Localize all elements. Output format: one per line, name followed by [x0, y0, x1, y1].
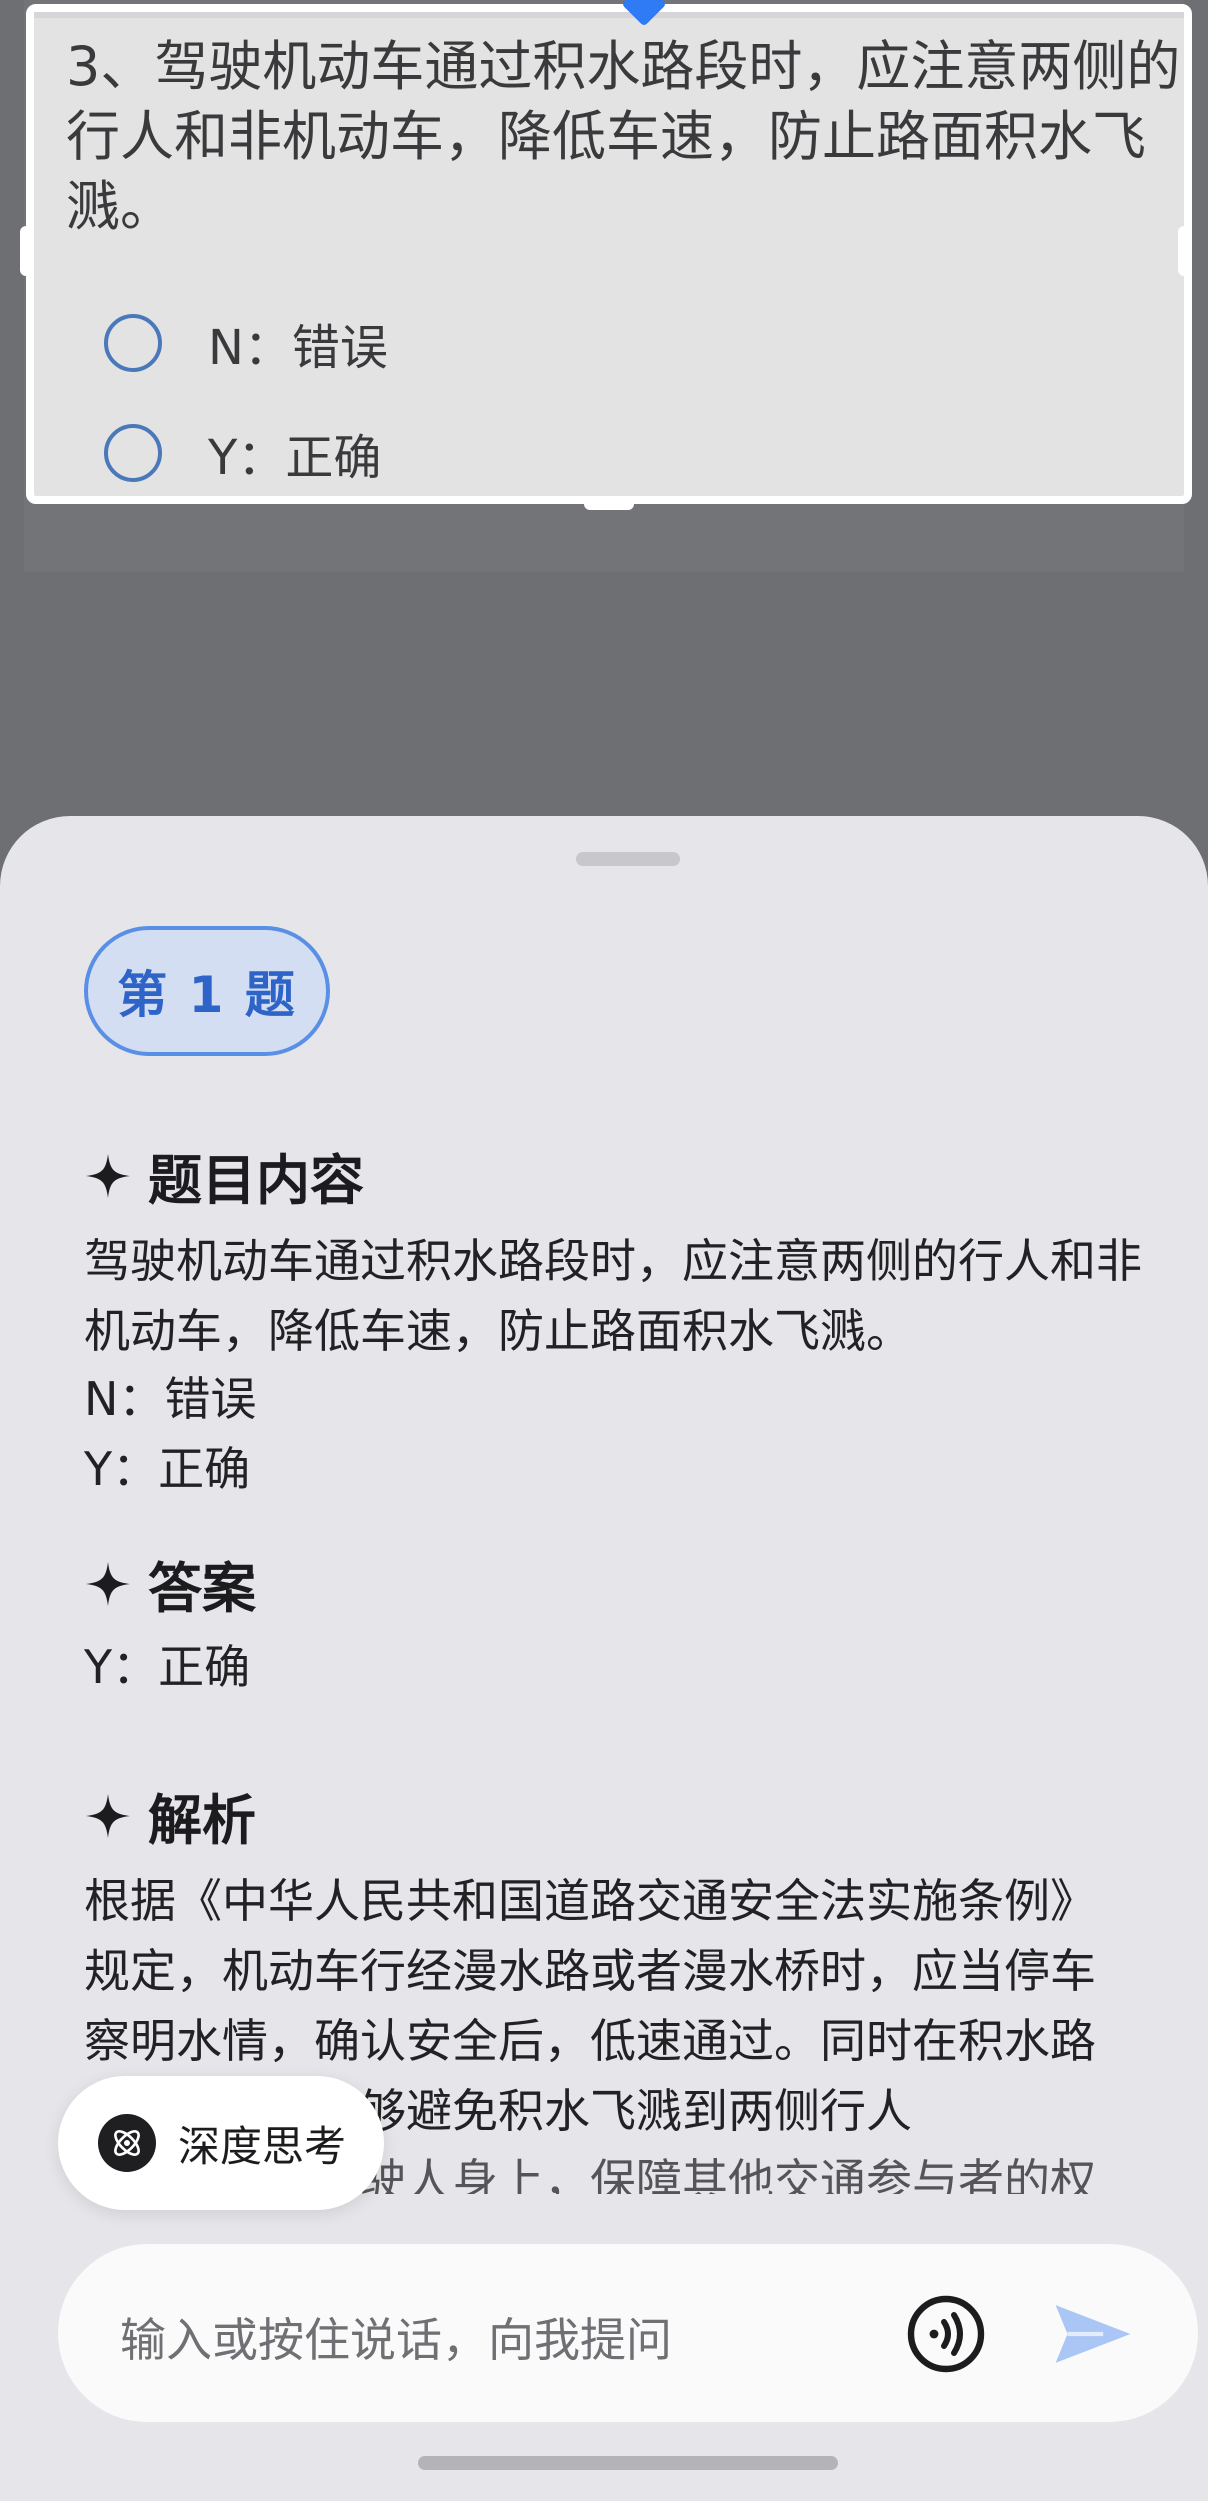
content-heading: 题目内容: [84, 1136, 364, 1215]
analysis-heading-text: 解析: [148, 1789, 256, 1852]
question-card[interactable]: 3、驾驶机动车通过积水路段时，应注意两侧的行人和非机动车，降低车速，防止路面积水…: [26, 0, 1192, 504]
deep-think-button[interactable]: 深度思考: [58, 2076, 384, 2210]
crop-handle-left[interactable]: [20, 226, 34, 276]
option-y[interactable]: Y：正确: [104, 418, 381, 488]
answer-heading: 答案: [84, 1544, 256, 1623]
content-heading-text: 题目内容: [148, 1149, 364, 1212]
deep-think-label: 深度思考: [178, 2121, 347, 2171]
crop-handle-bottom[interactable]: [584, 496, 634, 510]
content-option-n: N：错误: [84, 1372, 257, 1426]
home-indicator[interactable]: [418, 2456, 838, 2470]
answer-text: Y：正确: [84, 1640, 251, 1694]
radio-n[interactable]: [104, 314, 162, 372]
voice-icon[interactable]: [906, 2294, 986, 2374]
option-n[interactable]: N：错误: [104, 308, 388, 378]
sparkle-icon: [86, 1793, 130, 1838]
content-text: 驾驶机动车通过积水路段时，应注意两侧的行人和非机动车，降低车速，防止路面积水飞溅…: [84, 1234, 1142, 1358]
option-y-label: Y：正确: [208, 430, 382, 486]
atom-icon: [98, 2114, 156, 2172]
selection-marker[interactable]: [621, 0, 667, 27]
option-n-label: N：错误: [208, 320, 388, 376]
send-icon[interactable]: [1052, 2300, 1134, 2368]
question-number-badge[interactable]: 第 1 题: [84, 926, 330, 1056]
question-text: 3、驾驶机动车通过积水路段时，应注意两侧的行人和非机动车，降低车速，防止路面积水…: [66, 35, 1181, 238]
chat-input-bar[interactable]: 输入或按住说话，向我提问: [58, 2244, 1198, 2422]
analysis-heading: 解析: [84, 1776, 256, 1855]
sparkle-icon: [86, 1153, 130, 1198]
sheet-grab-handle[interactable]: [576, 852, 680, 866]
sparkle-icon: [86, 1561, 130, 1606]
answer-heading-text: 答案: [148, 1557, 256, 1620]
analysis-line: 察明水情，确认安全后，低速通过。同时在积水路: [84, 2014, 1096, 2068]
chat-input-placeholder[interactable]: 输入或按住说话，向我提问: [120, 2304, 672, 2370]
analysis-line: 规定，机动车行经漫水路或者漫水桥时，应当停车: [84, 1944, 1096, 1998]
crop-handle-right[interactable]: [1178, 226, 1192, 276]
analysis-line: 根据《中华人民共和国道路交通安全法实施条例》: [84, 1874, 1096, 1928]
radio-y[interactable]: [104, 424, 162, 482]
content-option-y: Y：正确: [84, 1442, 251, 1496]
